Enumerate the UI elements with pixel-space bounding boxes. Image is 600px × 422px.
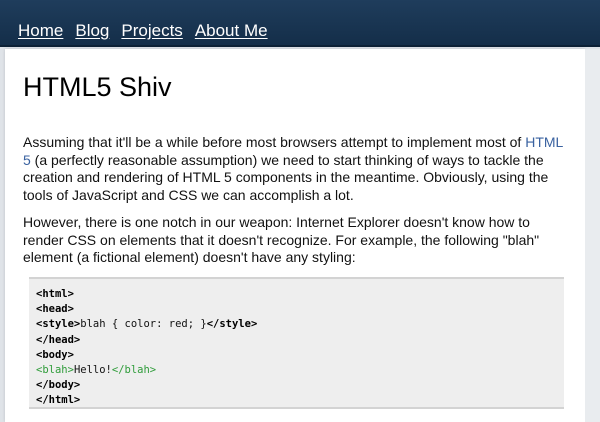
intro-text-end: (a perfectly reasonable assumption) we n… xyxy=(23,151,549,203)
code-style-open-tag: <style> xyxy=(36,318,81,331)
page-title: HTML5 Shiv xyxy=(23,72,172,102)
main-nav: Home Blog Projects About Me xyxy=(18,21,268,41)
code-line-body-close: </body> xyxy=(36,379,81,392)
code-style-close-tag: </style> xyxy=(206,318,258,331)
right-margin xyxy=(585,49,600,422)
nav-projects-link[interactable]: Projects xyxy=(121,21,182,41)
code-line-body-open: <body> xyxy=(36,348,74,361)
code-blah-text: Hello! xyxy=(73,364,112,377)
top-nav-bar: Home Blog Projects About Me xyxy=(0,0,600,47)
nav-home-link[interactable]: Home xyxy=(18,21,63,41)
code-line-head-open: <head> xyxy=(36,303,74,316)
code-blah-open-tag: <blah> xyxy=(36,364,74,377)
code-listing: <html> <head> <style>blah { color: red; … xyxy=(36,287,257,409)
code-line-head-close: </head> xyxy=(36,333,81,346)
code-blah-close-tag: </blah> xyxy=(111,364,157,377)
code-line-html-open: <html> xyxy=(36,288,74,300)
second-paragraph: However, there is one notch in our weapo… xyxy=(23,214,540,266)
intro-paragraph: Assuming that it'll be a while before mo… xyxy=(23,134,571,204)
nav-blog-link[interactable]: Blog xyxy=(75,21,109,41)
code-line-html-close: </html> xyxy=(36,394,81,407)
code-style-body: blah { color: red; } xyxy=(80,318,207,331)
code-block: <html> <head> <style>blah { color: red; … xyxy=(29,277,564,409)
intro-text-start: Assuming that it'll be a while before mo… xyxy=(23,134,526,150)
nav-about-me-link[interactable]: About Me xyxy=(195,21,268,41)
